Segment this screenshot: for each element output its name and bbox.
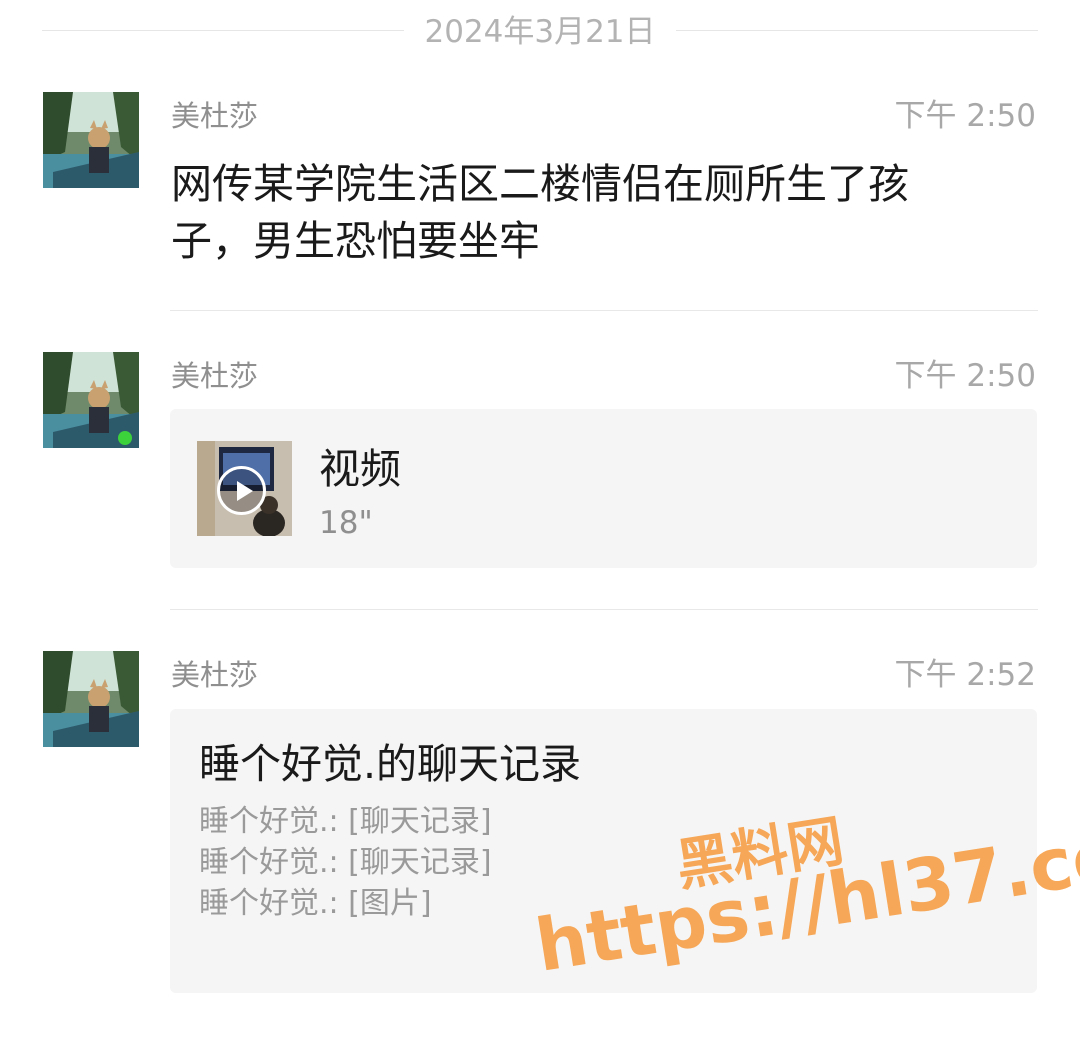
message-text[interactable]: 网传某学院生活区二楼情侣在厕所生了孩 子，男生恐怕要坐牢 <box>171 156 1031 270</box>
play-icon[interactable] <box>217 466 266 515</box>
message-time: 下午 2:52 <box>894 657 1036 693</box>
message-time: 下午 2:50 <box>894 358 1036 394</box>
message-divider <box>170 609 1038 610</box>
sender-avatar[interactable] <box>43 92 139 188</box>
sender-avatar[interactable] <box>43 651 139 747</box>
sender-name: 美杜莎 <box>171 359 259 393</box>
message-time: 下午 2:50 <box>894 98 1036 134</box>
chat-record-title: 睡个好觉.的聊天记录 <box>199 740 582 788</box>
message-text-line: 子，男生恐怕要坐牢 <box>171 217 540 265</box>
chat-record-line: 睡个好觉.: [图片] <box>199 886 432 921</box>
date-label: 2024年3月21日 <box>424 14 656 50</box>
date-divider-right <box>676 30 1038 31</box>
cat-kayak-avatar-icon <box>43 352 139 448</box>
sender-name: 美杜莎 <box>171 658 259 692</box>
chat-record-line: 睡个好觉.: [聊天记录] <box>199 845 492 880</box>
date-divider-left <box>42 30 404 31</box>
video-title: 视频 <box>319 445 401 493</box>
date-separator: 2024年3月21日 <box>42 0 1038 62</box>
video-card[interactable]: 视频 18" <box>170 409 1037 568</box>
message-divider <box>170 310 1038 311</box>
message-text-line: 网传某学院生活区二楼情侣在厕所生了孩 <box>171 160 909 208</box>
chat-record-preview: 睡个好觉.: [聊天记录] 睡个好觉.: [聊天记录] 睡个好觉.: [图片] <box>199 801 492 924</box>
sender-avatar[interactable] <box>43 352 139 448</box>
cat-kayak-avatar-icon <box>43 92 139 188</box>
sender-name: 美杜莎 <box>171 99 259 133</box>
video-thumbnail[interactable] <box>197 441 292 536</box>
video-duration: 18" <box>319 505 373 541</box>
chat-record-line: 睡个好觉.: [聊天记录] <box>199 804 492 839</box>
cat-kayak-avatar-icon <box>43 651 139 747</box>
